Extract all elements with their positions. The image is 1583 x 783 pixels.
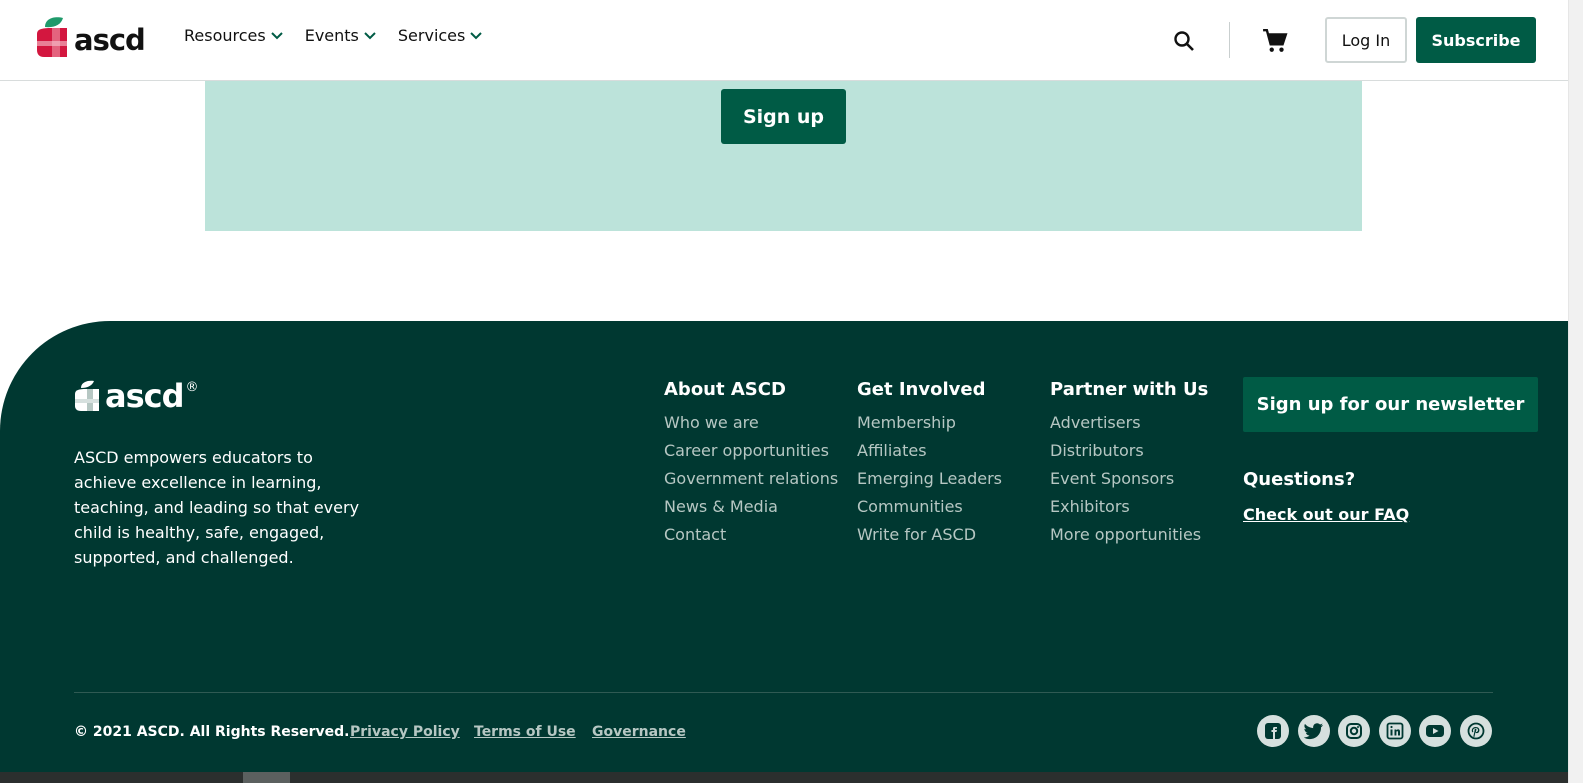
logo-wordmark: ascd — [74, 23, 146, 57]
vertical-scrollbar[interactable] — [1568, 0, 1583, 783]
footer-link-government-relations[interactable]: Government relations — [664, 468, 839, 490]
footer-link-membership[interactable]: Membership — [857, 412, 1037, 434]
footer-link-advertisers[interactable]: Advertisers — [1050, 412, 1230, 434]
sign-up-button[interactable]: Sign up — [721, 89, 846, 144]
privacy-policy-link[interactable]: Privacy Policy — [350, 724, 460, 740]
twitter-icon[interactable] — [1297, 715, 1330, 747]
footer-link-event-sponsors[interactable]: Event Sponsors — [1050, 468, 1230, 490]
footer-link-communities[interactable]: Communities — [857, 496, 1037, 518]
subscribe-button[interactable]: Subscribe — [1416, 17, 1536, 63]
nav-resources-label: Resources — [184, 26, 266, 45]
header-divider — [1229, 22, 1230, 58]
login-button[interactable]: Log In — [1325, 17, 1407, 63]
nav-services-label: Services — [397, 26, 466, 45]
linkedin-icon[interactable] — [1378, 715, 1411, 747]
footer-link-more-opportunities[interactable]: More opportunities — [1050, 524, 1230, 546]
site-header: ascd Resources Events Services Log In Su… — [0, 0, 1568, 81]
nav-events-label: Events — [304, 26, 359, 45]
ascd-logo[interactable]: ascd — [35, 16, 146, 58]
footer-link-affiliates[interactable]: Affiliates — [857, 440, 1037, 462]
footer-logo[interactable]: ascd ® — [74, 377, 199, 415]
apple-logo-icon — [75, 380, 99, 411]
footer-link-who-we-are[interactable]: Who we are — [664, 412, 839, 434]
pinterest-icon[interactable] — [1459, 715, 1492, 747]
questions-heading: Questions? — [1243, 469, 1356, 490]
footer-column-get-involved: Get Involved Membership Affiliates Emerg… — [857, 379, 1037, 552]
footer-link-news-media[interactable]: News & Media — [664, 496, 839, 518]
registered-mark: ® — [185, 379, 199, 395]
footer-link-distributors[interactable]: Distributors — [1050, 440, 1230, 462]
terms-of-use-link[interactable]: Terms of Use — [474, 724, 576, 740]
horizontal-scrollbar-thumb[interactable] — [243, 772, 290, 783]
footer-link-write-for-ascd[interactable]: Write for ASCD — [857, 524, 1037, 546]
footer-description: ASCD empowers educators to achieve excel… — [74, 448, 360, 567]
footer-logo-wordmark: ascd — [105, 377, 185, 415]
footer-divider — [74, 692, 1493, 693]
search-icon[interactable] — [1172, 29, 1196, 53]
chevron-down-icon — [271, 31, 283, 39]
newsletter-signup-button[interactable]: Sign up for our newsletter — [1243, 377, 1538, 432]
nav-events[interactable]: Events — [305, 26, 376, 45]
horizontal-scrollbar[interactable] — [0, 772, 1568, 783]
footer-link-contact[interactable]: Contact — [664, 524, 839, 546]
governance-link[interactable]: Governance — [592, 724, 686, 740]
footer-link-emerging-leaders[interactable]: Emerging Leaders — [857, 468, 1037, 490]
faq-link[interactable]: Check out our FAQ — [1243, 505, 1409, 524]
footer-column-partner: Partner with Us Advertisers Distributors… — [1050, 379, 1230, 552]
facebook-icon[interactable] — [1257, 715, 1289, 747]
chevron-down-icon — [470, 31, 483, 39]
footer-link-exhibitors[interactable]: Exhibitors — [1050, 496, 1230, 518]
cart-icon[interactable] — [1262, 28, 1288, 54]
footer-heading-get-involved: Get Involved — [857, 379, 986, 400]
instagram-icon[interactable] — [1338, 715, 1371, 747]
apple-logo-icon — [37, 17, 67, 57]
footer-column-about: About ASCD Who we are Career opportuniti… — [664, 379, 839, 552]
footer-link-career-opportunities[interactable]: Career opportunities — [664, 440, 839, 462]
copyright-text: © 2021 ASCD. All Rights Reserved. — [74, 724, 350, 740]
youtube-icon[interactable] — [1419, 715, 1452, 747]
social-links — [1257, 715, 1501, 747]
chevron-down-icon — [364, 31, 376, 39]
nav-resources[interactable]: Resources — [184, 26, 283, 45]
footer-heading-about: About ASCD — [664, 379, 786, 400]
main-nav: Resources Events Services — [184, 26, 504, 45]
footer-heading-partner: Partner with Us — [1050, 379, 1209, 400]
nav-services[interactable]: Services — [397, 26, 483, 45]
